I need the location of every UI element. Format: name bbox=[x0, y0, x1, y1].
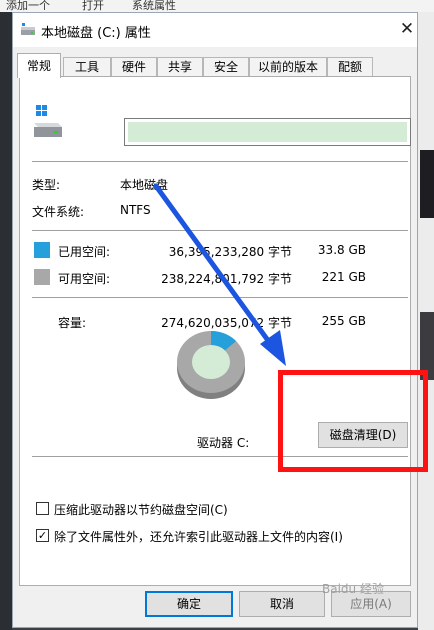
divider bbox=[32, 456, 408, 457]
tab-general[interactable]: 常规 bbox=[17, 53, 61, 78]
type-value: 本地磁盘 bbox=[120, 178, 169, 192]
free-space-swatch bbox=[34, 269, 50, 285]
properties-dialog: 本地磁盘 (C:) 属性 ✕ 常规 工具 硬件 共享 安全 以前的版本 配额 类… bbox=[12, 12, 418, 628]
tab-security[interactable]: 安全 bbox=[203, 57, 249, 77]
tab-hardware[interactable]: 硬件 bbox=[111, 57, 157, 77]
cancel-button[interactable]: 取消 bbox=[239, 591, 325, 617]
window-title: 本地磁盘 (C:) 属性 bbox=[41, 26, 151, 41]
type-label: 类型: bbox=[32, 178, 61, 192]
used-space-label: 已用空间: bbox=[58, 245, 111, 259]
ok-button[interactable]: 确定 bbox=[145, 591, 233, 617]
watermark: Baidu 经验 bbox=[322, 582, 384, 596]
index-checkbox[interactable]: ✓ bbox=[36, 529, 49, 542]
capacity-label: 容量: bbox=[58, 316, 87, 330]
tab-quota[interactable]: 配额 bbox=[327, 57, 373, 77]
divider bbox=[32, 161, 408, 162]
free-space-label: 可用空间: bbox=[58, 272, 111, 286]
tab-sharing[interactable]: 共享 bbox=[157, 57, 203, 77]
background-thumbnail bbox=[420, 312, 434, 380]
filesystem-value: NTFS bbox=[120, 203, 151, 217]
general-tab-panel: 类型: 本地磁盘 文件系统: NTFS 已用空间: 36,395,233,280… bbox=[19, 76, 411, 586]
used-space-bytes: 36,395,233,280 字节 bbox=[168, 245, 292, 259]
background-thumbnail bbox=[420, 150, 434, 218]
filesystem-label: 文件系统: bbox=[32, 205, 85, 219]
title-bar: 本地磁盘 (C:) 属性 ✕ bbox=[13, 13, 417, 47]
drive-name-value bbox=[128, 122, 407, 142]
divider bbox=[32, 230, 408, 231]
drive-icon bbox=[34, 105, 62, 137]
used-space-swatch bbox=[34, 242, 50, 258]
compress-label: 压缩此驱动器以节约磁盘空间(C) bbox=[54, 503, 228, 517]
disk-cleanup-button[interactable]: 磁盘清理(D) bbox=[318, 422, 408, 448]
tab-strip: 常规 工具 硬件 共享 安全 以前的版本 配额 bbox=[13, 53, 417, 78]
background-right-edge bbox=[418, 12, 434, 630]
tab-tools[interactable]: 工具 bbox=[63, 57, 111, 77]
disk-usage-pie bbox=[177, 331, 245, 399]
drive-label: 驱动器 C: bbox=[197, 436, 250, 450]
close-button[interactable]: ✕ bbox=[397, 19, 417, 39]
drive-icon bbox=[21, 23, 35, 35]
tab-previous-versions[interactable]: 以前的版本 bbox=[249, 57, 327, 77]
checkmark-icon: ✓ bbox=[37, 529, 48, 542]
compress-checkbox[interactable] bbox=[36, 502, 49, 515]
free-space-size: 221 GB bbox=[321, 270, 366, 284]
divider bbox=[32, 297, 408, 298]
index-label: 除了文件属性外，还允许索引此驱动器上文件的内容(I) bbox=[54, 530, 343, 544]
free-space-bytes: 238,224,801,792 字节 bbox=[161, 272, 292, 286]
capacity-size: 255 GB bbox=[321, 314, 366, 328]
used-space-size: 33.8 GB bbox=[317, 243, 366, 257]
background-left-edge bbox=[0, 12, 12, 630]
drive-name-input[interactable] bbox=[124, 118, 411, 146]
